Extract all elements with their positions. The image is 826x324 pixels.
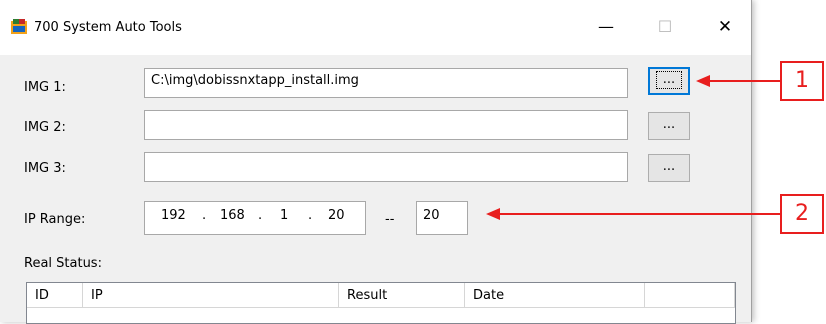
callout-arrow-1 bbox=[696, 75, 780, 87]
callout-number-1: 1 bbox=[780, 61, 824, 101]
callout-number-2: 2 bbox=[780, 194, 824, 234]
callout-arrow-2 bbox=[486, 208, 780, 220]
callout-arrows bbox=[486, 75, 780, 220]
